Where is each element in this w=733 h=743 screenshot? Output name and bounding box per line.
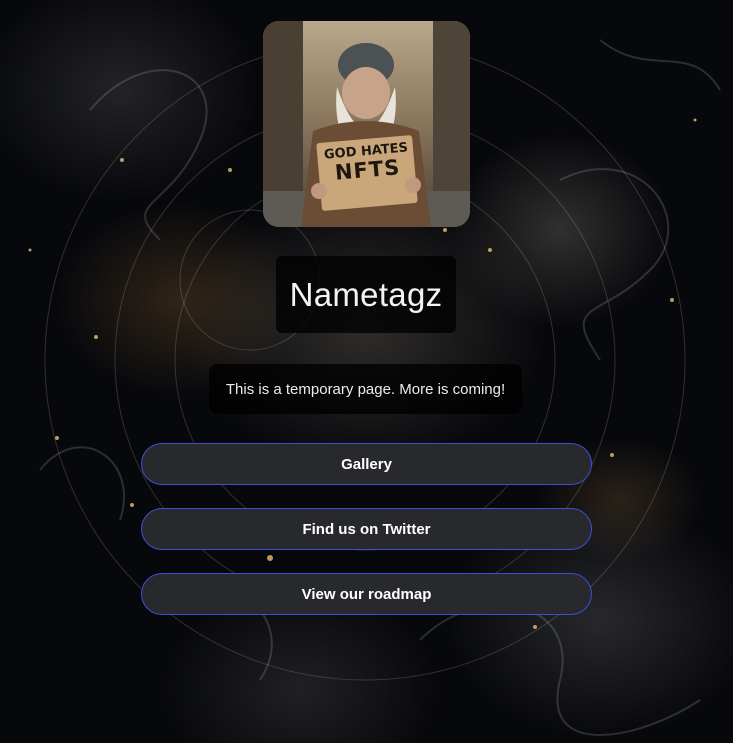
notice-text: This is a temporary page. More is coming… bbox=[225, 380, 506, 398]
page-title: Nametagz bbox=[289, 275, 443, 313]
sign-text: GOD HATES NFTS bbox=[320, 140, 415, 185]
avatar-image: GOD HATES NFTS bbox=[263, 21, 470, 227]
notice-box: This is a temporary page. More is coming… bbox=[209, 364, 522, 414]
twitter-button[interactable]: Find us on Twitter bbox=[141, 508, 592, 550]
gallery-button[interactable]: Gallery bbox=[141, 443, 592, 485]
roadmap-button[interactable]: View our roadmap bbox=[141, 573, 592, 615]
page-title-box: Nametagz bbox=[276, 256, 456, 333]
